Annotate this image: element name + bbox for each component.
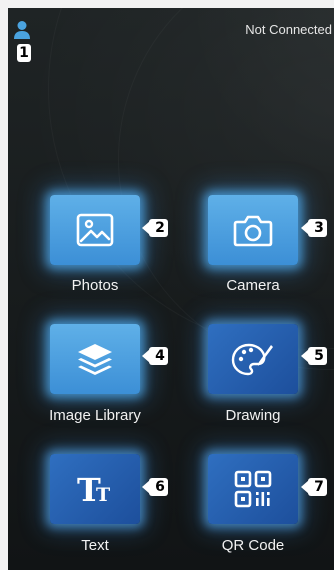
text-button[interactable]: T T xyxy=(50,454,140,524)
user-badge: 1 xyxy=(17,44,31,62)
camera-label: Camera xyxy=(226,277,280,294)
camera-button[interactable] xyxy=(208,195,298,265)
qr-code-button[interactable] xyxy=(208,454,298,524)
qr-code-icon xyxy=(234,470,272,508)
qr-code-label: QR Code xyxy=(221,537,285,554)
drawing-button[interactable] xyxy=(208,324,298,394)
palette-icon xyxy=(231,343,273,376)
image-library-button[interactable] xyxy=(50,324,140,394)
qr-code-badge: 7 xyxy=(301,478,327,496)
camera-badge: 3 xyxy=(301,219,327,237)
image-library-label: Image Library xyxy=(49,407,141,424)
camera-icon xyxy=(233,215,273,247)
connection-status: Not Connected xyxy=(245,22,332,37)
photos-badge: 2 xyxy=(142,219,168,237)
photos-button[interactable] xyxy=(50,195,140,265)
drawing-label: Drawing xyxy=(225,407,281,424)
text-label: Text xyxy=(81,537,109,554)
background-swirl xyxy=(118,8,334,370)
image-library-badge: 4 xyxy=(142,347,168,365)
svg-text:T: T xyxy=(96,484,110,506)
drawing-badge: 5 xyxy=(301,347,327,365)
user-icon[interactable] xyxy=(13,20,31,40)
text-icon: T T xyxy=(77,472,110,506)
text-badge: 6 xyxy=(142,478,168,496)
photos-label: Photos xyxy=(71,277,119,294)
layers-icon xyxy=(78,344,112,375)
app-screen: 1 Not Connected 2 Photos 3 Camera 4 Imag… xyxy=(8,8,334,570)
image-icon xyxy=(76,213,114,247)
